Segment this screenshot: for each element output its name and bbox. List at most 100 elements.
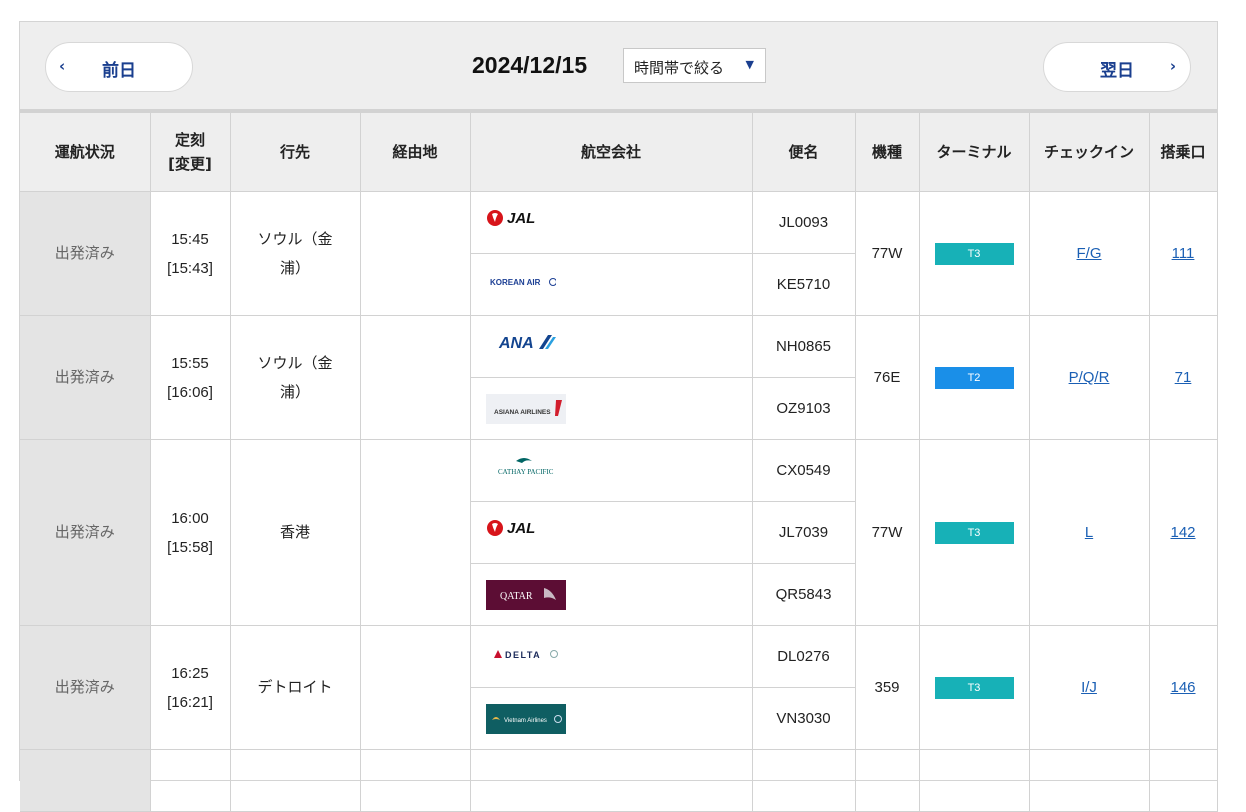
aircraft-cell: 359 (854, 625, 920, 750)
previous-day-button[interactable]: ‹ 前日 (45, 42, 193, 92)
cathay-pacific-logo: CATHAY PACIFIC (486, 453, 566, 489)
next-day-label: 翌日 (1100, 61, 1134, 81)
vietnam-airlines-logo: Vietnam Airlines (485, 703, 566, 734)
col-gate: 搭乗口 (1148, 113, 1218, 192)
col-terminal: ターミナル (918, 113, 1030, 192)
cathay-logo-text: CATHAY PACIFIC (498, 468, 554, 476)
next-day-button[interactable]: 翌日 › (1043, 42, 1191, 92)
airline-cell: CATHAY PACIFIC (469, 439, 753, 502)
table-row[interactable]: 出発済み 15:45 [15:43] ソウル（金 浦） JAL JL0093 7… (20, 191, 1218, 316)
flight-number: KE5710 (751, 253, 856, 316)
airline-cell: DELTA (469, 625, 753, 688)
changed-time: [16:21] (167, 693, 213, 711)
terminal-badge: T3 (934, 677, 1014, 700)
ana-logo-text: ANA (498, 335, 534, 352)
col-airline: 航空会社 (469, 113, 753, 192)
status-cell: 出発済み (20, 625, 151, 750)
table-header-row: 運航状況 定刻 [変更] 行先 経由地 航空会社 便名 機種 ターミナル チェッ… (20, 113, 1218, 192)
via-cell (359, 749, 471, 812)
airline-cell: ANA (469, 315, 753, 378)
time-cell: 15:45 [15:43] (149, 191, 231, 316)
checkin-link[interactable]: I/J (1081, 679, 1097, 696)
asiana-airlines-logo: ASIANA AIRLINES (485, 393, 566, 424)
checkin-cell: I/J (1028, 625, 1150, 750)
airline-cell: JAL (470, 501, 753, 564)
changed-time: [15:58] (167, 538, 213, 556)
flight-number: QR5843 (751, 563, 856, 626)
flight-table: 運航状況 定刻 [変更] 行先 経由地 航空会社 便名 機種 ターミナル チェッ… (20, 113, 1218, 812)
col-via: 経由地 (359, 113, 471, 192)
table-row[interactable]: 出発済み 15:55 [16:06] ソウル（金 浦） ANA NH0865 7… (20, 315, 1218, 440)
destination-line: 浦） (279, 258, 310, 277)
gate-link[interactable]: 111 (1172, 245, 1195, 262)
checkin-link[interactable]: P/Q/R (1069, 369, 1110, 386)
status-cell: 出発済み (20, 191, 151, 316)
jal-logo: JAL (486, 518, 548, 548)
flight-board: ‹ 前日 2024/12/15 時間帯で絞る ▼ 翌日 › 運航状況 定刻 [変… (19, 21, 1218, 812)
gate-link[interactable]: 146 (1170, 679, 1195, 696)
scheduled-time: 16:25 (171, 664, 209, 682)
destination-line: ソウル（金 (257, 353, 333, 372)
gate-link[interactable]: 71 (1175, 369, 1192, 386)
col-status: 運航状況 (20, 113, 151, 192)
destination-line: 浦） (279, 382, 310, 401)
col-scheduled-changed-label: [変更] (168, 155, 212, 173)
gate-cell: 71 (1148, 315, 1218, 440)
flight-rows: 出発済み 15:45 [15:43] ソウル（金 浦） JAL JL0093 7… (20, 191, 1218, 812)
ana-logo: ANA (486, 332, 556, 362)
qatar-logo-text: QATAR (500, 591, 533, 602)
via-cell (359, 625, 471, 750)
korean-air-logo-text: KOREAN AIR (490, 278, 541, 287)
table-row[interactable]: 出発済み 16:00 [15:58] 香港 CATHAY PACIFIC CX0… (20, 439, 1218, 626)
gate-cell: 111 (1148, 191, 1218, 316)
time-filter-select[interactable]: 時間帯で絞る ▼ (623, 48, 766, 83)
airline-cell: Vietnam Airlines (470, 687, 753, 750)
status-cell: 出発済み (20, 439, 151, 626)
destination-cell: 香港 (229, 439, 361, 626)
gate-link[interactable]: 142 (1170, 524, 1195, 541)
airline-cell (469, 749, 753, 812)
gate-cell: 142 (1148, 439, 1218, 626)
jal-logo: JAL (486, 208, 548, 238)
checkin-cell (1028, 749, 1150, 812)
destination-cell (229, 749, 361, 812)
status-cell (20, 749, 151, 812)
delta-logo: DELTA (486, 642, 558, 671)
current-date: 2024/12/15 (472, 52, 588, 78)
flight-number: VN3030 (751, 687, 856, 750)
date-navigation-bar: ‹ 前日 2024/12/15 時間帯で絞る ▼ 翌日 › (20, 22, 1217, 113)
col-scheduled: 定刻 [変更] (149, 113, 231, 192)
table-row[interactable]: 出発済み 16:25 [16:21] デトロイト DELTA DL0276 35… (20, 625, 1218, 750)
previous-day-label: 前日 (102, 61, 136, 81)
col-flight: 便名 (751, 113, 856, 192)
airline-cell: QATAR (470, 563, 753, 626)
delta-logo-text: DELTA (505, 650, 541, 660)
aircraft-cell: 77W (854, 191, 920, 316)
gate-cell: 146 (1148, 625, 1218, 750)
col-checkin: チェックイン (1028, 113, 1150, 192)
time-cell: 15:55 [16:06] (149, 315, 231, 440)
caret-down-icon: ▼ (745, 58, 754, 71)
status-cell: 出発済み (20, 315, 151, 440)
gate-cell (1148, 749, 1218, 812)
checkin-link[interactable]: L (1085, 524, 1093, 541)
time-cell: 16:00 [15:58] (149, 439, 231, 626)
table-row (20, 749, 1218, 812)
scheduled-time: 15:45 (171, 230, 209, 248)
flight-number: JL0093 (751, 191, 856, 254)
terminal-cell: T2 (918, 315, 1030, 440)
chevron-left-icon: ‹ (59, 57, 66, 75)
destination-line: デトロイト (257, 678, 333, 696)
time-filter-label: 時間帯で絞る (634, 59, 725, 77)
flight-number: DL0276 (751, 625, 856, 688)
scheduled-time: 16:00 (171, 509, 209, 527)
asiana-logo-text: ASIANA AIRLINES (494, 409, 551, 416)
destination-cell: ソウル（金 浦） (229, 191, 361, 316)
terminal-cell (918, 749, 1030, 812)
aircraft-cell: 77W (854, 439, 920, 626)
checkin-link[interactable]: F/G (1077, 245, 1102, 262)
terminal-badge: T2 (934, 367, 1014, 390)
terminal-cell: T3 (918, 625, 1030, 750)
flight-number (751, 749, 856, 812)
checkin-cell: L (1028, 439, 1150, 626)
